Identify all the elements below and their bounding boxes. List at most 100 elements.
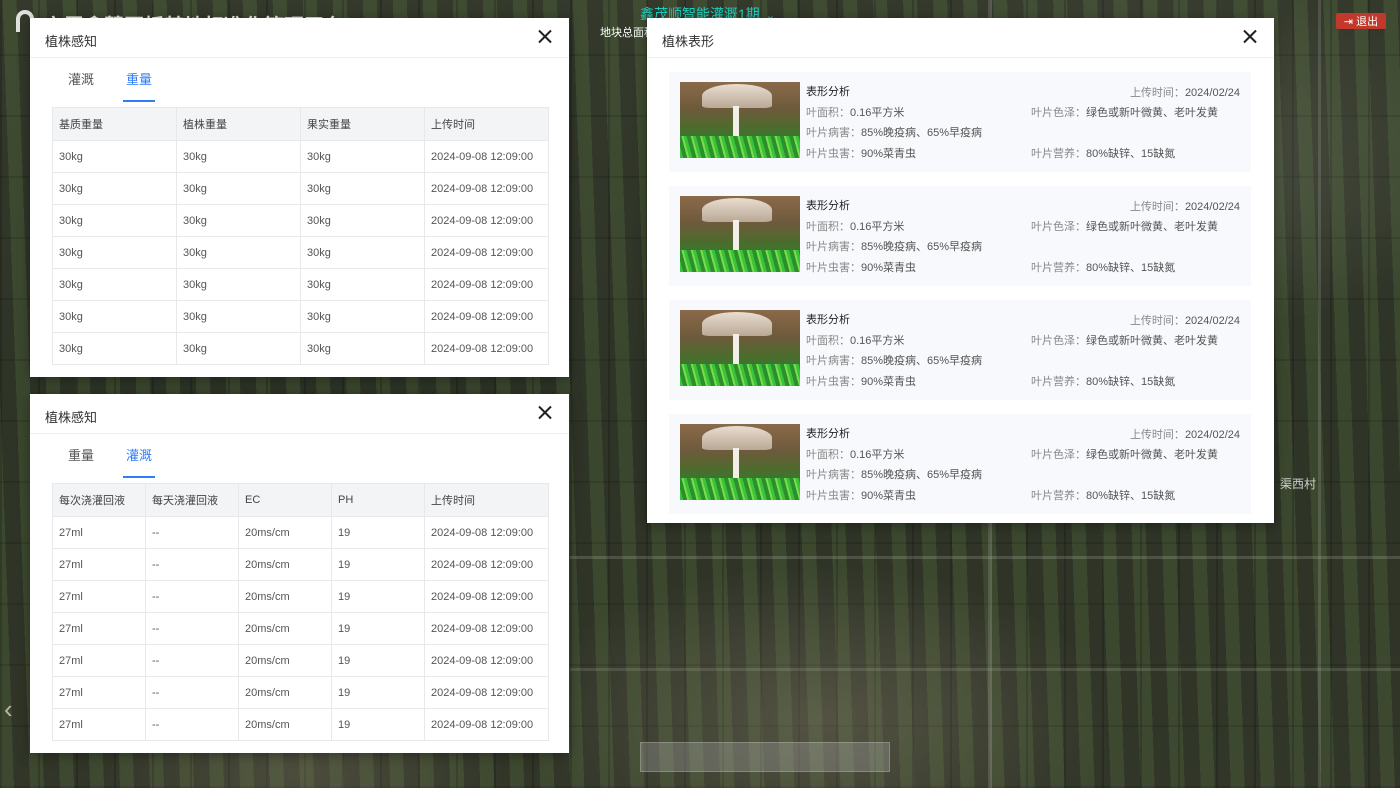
upload-time: 上传时间：2024/02/24 bbox=[1130, 84, 1240, 100]
field-value: 85%晚疫病、65%早疫病 bbox=[861, 469, 983, 481]
logout-button[interactable]: ⇥ 退出 bbox=[1336, 13, 1386, 29]
leaf-pest: 叶片虫害：90%菜青虫 bbox=[806, 259, 916, 275]
field-value: 80%缺锌、15缺氮 bbox=[1086, 148, 1176, 160]
table-cell: 2024-09-08 12:09:00 bbox=[424, 644, 549, 677]
leaf-disease: 叶片病害：85%晚疫病、65%早疫病 bbox=[806, 466, 982, 482]
map-nav-arrow-icon[interactable]: ‹ bbox=[4, 694, 13, 725]
table-cell: -- bbox=[145, 580, 239, 613]
phenotype-card[interactable]: 表形分析 上传时间：2024/02/24 叶面积：0.16平方米 叶片色泽：绿色或新叶… bbox=[669, 186, 1251, 286]
leaf-pest: 叶片虫害：90%菜青虫 bbox=[806, 373, 916, 389]
plant-photo[interactable] bbox=[680, 196, 800, 272]
field-value: 90%菜青虫 bbox=[861, 376, 917, 388]
field-value: 80%缺锌、15缺氮 bbox=[1086, 490, 1176, 502]
close-icon[interactable] bbox=[1242, 29, 1258, 45]
table-header-row: 每次浇灌回液 每天浇灌回液 EC PH 上传时间 bbox=[52, 483, 549, 517]
field-value: 80%缺锌、15缺氮 bbox=[1086, 376, 1176, 388]
field-value: 90%菜青虫 bbox=[861, 148, 917, 160]
table-cell: 2024-09-08 12:09:00 bbox=[424, 172, 549, 205]
plant-photo[interactable] bbox=[680, 310, 800, 386]
table-row: 27ml -- 20ms/cm 19 2024-09-08 12:09:00 bbox=[52, 644, 549, 677]
table-cell: 30kg bbox=[52, 140, 177, 173]
table-cell: 30kg bbox=[176, 268, 301, 301]
leaf-pest: 叶片虫害：90%菜青虫 bbox=[806, 145, 916, 161]
field-value: 2024/02/24 bbox=[1184, 87, 1240, 99]
field-label: 叶面积： bbox=[806, 449, 850, 461]
leaf-area: 叶面积：0.16平方米 bbox=[806, 218, 904, 234]
field-label: 上传时间： bbox=[1129, 315, 1185, 327]
table-cell: 30kg bbox=[52, 268, 177, 301]
dialog-title: 植株感知 bbox=[45, 410, 98, 425]
table-cell: 30kg bbox=[176, 140, 301, 173]
phenotype-card[interactable]: 表形分析 上传时间：2024/02/24 叶面积：0.16平方米 叶片色泽：绿色或新叶… bbox=[669, 414, 1251, 514]
leaf-nutrition: 叶片营养：80%缺锌、15缺氮 bbox=[1031, 145, 1175, 161]
field-label: 叶片营养： bbox=[1031, 262, 1086, 274]
table-cell: 19 bbox=[331, 580, 425, 613]
dialog-title: 植株感知 bbox=[45, 34, 98, 49]
table-cell: 30kg bbox=[52, 204, 177, 237]
field-label: 叶面积： bbox=[806, 221, 850, 233]
plant-photo[interactable] bbox=[680, 424, 800, 500]
field-value: 90%菜青虫 bbox=[861, 490, 917, 502]
table-cell: 2024-09-08 12:09:00 bbox=[424, 204, 549, 237]
close-icon[interactable] bbox=[537, 405, 553, 421]
leaf-area: 叶面积：0.16平方米 bbox=[806, 104, 904, 120]
tab-irrigation[interactable]: 灌溉 bbox=[123, 444, 156, 478]
column-header: 上传时间 bbox=[424, 483, 549, 517]
upload-time: 上传时间：2024/02/24 bbox=[1130, 312, 1240, 328]
field-value: 0.16平方米 bbox=[850, 335, 905, 347]
dialog-header: 植株感知 bbox=[30, 394, 569, 434]
table-cell: -- bbox=[145, 548, 239, 581]
table-row: 27ml -- 20ms/cm 19 2024-09-08 12:09:00 bbox=[52, 516, 549, 549]
upload-time: 上传时间：2024/02/24 bbox=[1130, 198, 1240, 214]
table-cell: 2024-09-08 12:09:00 bbox=[424, 300, 549, 333]
table-cell: 27ml bbox=[52, 708, 146, 741]
tab-bar: 重量 灌溉 bbox=[68, 444, 184, 478]
field-label: 叶片营养： bbox=[1031, 490, 1086, 502]
table-cell: 19 bbox=[331, 612, 425, 645]
table-cell: 30kg bbox=[176, 172, 301, 205]
dialog-title: 植株表形 bbox=[662, 34, 715, 49]
phenotype-card[interactable]: 表形分析 上传时间：2024/02/24 叶面积：0.16平方米 叶片色泽：绿色或新叶… bbox=[669, 300, 1251, 400]
leaf-color: 叶片色泽：绿色或新叶微黄、老叶发黄 bbox=[1031, 332, 1218, 348]
weight-dialog: 植株感知 灌溉 重量 基质重量 植株重量 果实重量 上传时间 30kg 30kg 3… bbox=[30, 18, 569, 377]
field-label: 叶片色泽： bbox=[1031, 107, 1086, 119]
close-icon[interactable] bbox=[537, 29, 553, 45]
table-cell: -- bbox=[145, 708, 239, 741]
phenotype-card[interactable]: 表形分析 上传时间：2024/02/24 叶面积：0.16平方米 叶片色泽：绿色或新叶… bbox=[669, 72, 1251, 172]
table-header-row: 基质重量 植株重量 果实重量 上传时间 bbox=[52, 107, 549, 141]
phenotype-dialog: 植株表形 表形分析 上传时间：2024/02/24 叶面积：0.16平方米 叶片色泽：… bbox=[647, 18, 1274, 523]
leaf-nutrition: 叶片营养：80%缺锌、15缺氮 bbox=[1031, 373, 1175, 389]
tab-irrigation[interactable]: 灌溉 bbox=[68, 68, 94, 102]
table-cell: 2024-09-08 12:09:00 bbox=[424, 236, 549, 269]
logout-icon: ⇥ bbox=[1343, 15, 1354, 28]
tab-weight[interactable]: 重量 bbox=[68, 444, 94, 478]
leaf-area: 叶面积：0.16平方米 bbox=[806, 332, 904, 348]
field-value: 85%晚疫病、65%早疫病 bbox=[861, 241, 983, 253]
field-label: 叶片病害： bbox=[806, 241, 861, 253]
field-label: 叶片虫害： bbox=[806, 148, 861, 160]
leaf-disease: 叶片病害：85%晚疫病、65%早疫病 bbox=[806, 124, 982, 140]
column-header: EC bbox=[238, 483, 332, 517]
tab-weight[interactable]: 重量 bbox=[123, 68, 156, 102]
table-row: 27ml -- 20ms/cm 19 2024-09-08 12:09:00 bbox=[52, 708, 549, 741]
table-cell: 19 bbox=[331, 548, 425, 581]
leaf-nutrition: 叶片营养：80%缺锌、15缺氮 bbox=[1031, 487, 1175, 503]
table-cell: 30kg bbox=[52, 172, 177, 205]
leaf-disease: 叶片病害：85%晚疫病、65%早疫病 bbox=[806, 238, 982, 254]
table-row: 27ml -- 20ms/cm 19 2024-09-08 12:09:00 bbox=[52, 548, 549, 581]
table-cell: 20ms/cm bbox=[238, 548, 332, 581]
table-cell: 30kg bbox=[176, 300, 301, 333]
plant-photo[interactable] bbox=[680, 82, 800, 158]
table-cell: 30kg bbox=[300, 236, 425, 269]
table-row: 30kg 30kg 30kg 2024-09-08 12:09:00 bbox=[52, 236, 549, 269]
field-label: 叶片色泽： bbox=[1031, 335, 1086, 347]
field-label: 上传时间： bbox=[1129, 201, 1185, 213]
table-row: 30kg 30kg 30kg 2024-09-08 12:09:00 bbox=[52, 300, 549, 333]
table-cell: 30kg bbox=[300, 300, 425, 333]
table-cell: 2024-09-08 12:09:00 bbox=[424, 548, 549, 581]
field-label: 叶片色泽： bbox=[1031, 221, 1086, 233]
field-value: 0.16平方米 bbox=[850, 107, 905, 119]
table-cell: 30kg bbox=[176, 236, 301, 269]
table-cell: 30kg bbox=[52, 332, 177, 365]
table-cell: 30kg bbox=[52, 236, 177, 269]
